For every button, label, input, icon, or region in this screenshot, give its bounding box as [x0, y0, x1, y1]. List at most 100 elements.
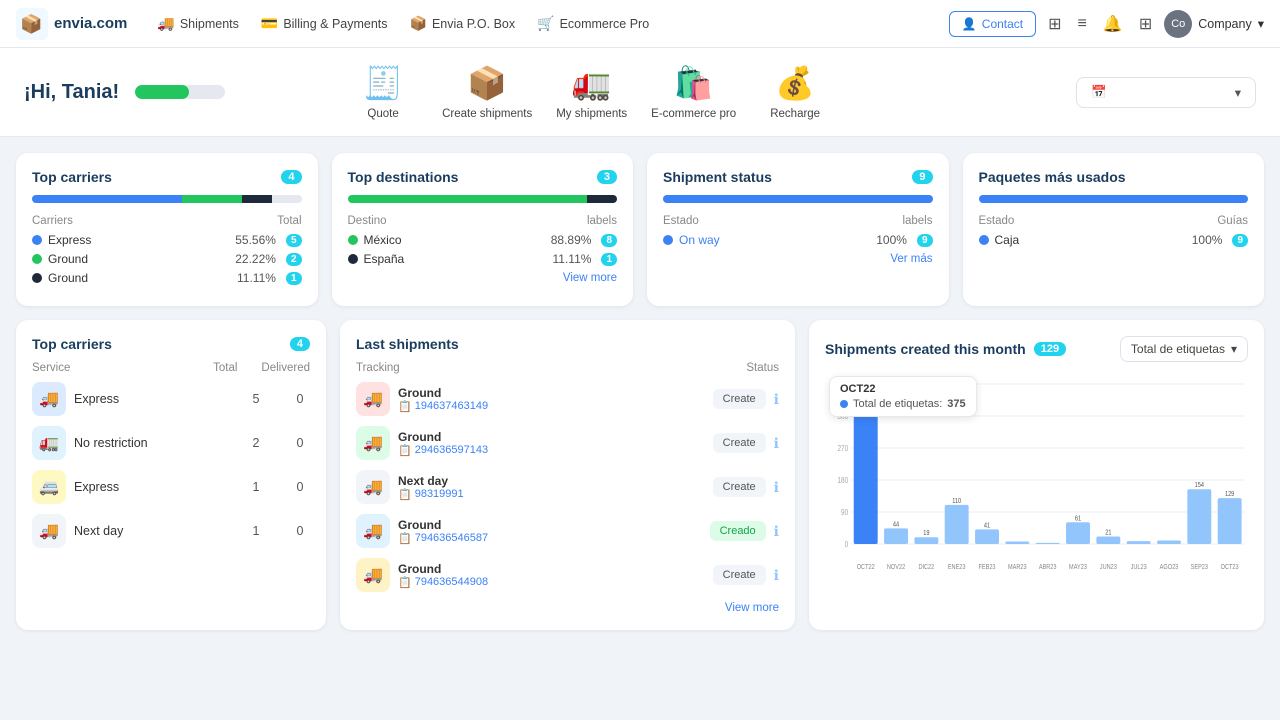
company-button[interactable]: Co Company ▾: [1164, 10, 1264, 38]
calculator-button[interactable]: ⊞: [1044, 10, 1065, 38]
notification-button[interactable]: 🔔: [1099, 10, 1127, 38]
list-item: On way 100% 9: [663, 233, 933, 247]
pobox-icon: 📦: [410, 15, 427, 32]
ver-mas-link[interactable]: Ver más: [663, 253, 933, 265]
action-recharge[interactable]: 💰 Recharge: [760, 64, 830, 120]
dot-green: [32, 254, 42, 264]
dot-blue: [32, 235, 42, 245]
bar-chart-svg: 450360270180900375OCT2244NOV2219DIC22110…: [825, 374, 1248, 574]
top-destinations-card: Top destinations 3 Destino labels México…: [332, 153, 634, 306]
logo-icon: 📦: [16, 8, 48, 40]
greeting: ¡Hi, Tania!: [24, 81, 119, 104]
logo-text: envia.com: [54, 15, 127, 32]
list-item: 🚚 Ground 📋 794636546587 Creado ℹ: [356, 514, 779, 548]
top-carriers-card-1: Top carriers 4 Carriers Total Express 55…: [16, 153, 318, 306]
svg-text:DIC22: DIC22: [918, 563, 934, 571]
progress-bar-container: [135, 85, 225, 99]
svg-text:21: 21: [1105, 529, 1112, 537]
date-picker-chevron: ▾: [1235, 85, 1241, 100]
action-ecommerce-pro[interactable]: 🛍️ E-commerce pro: [651, 64, 736, 120]
date-picker[interactable]: 📅 ▾: [1076, 77, 1256, 108]
create-button-5[interactable]: Create: [713, 565, 766, 585]
action-create-shipments[interactable]: 📦 Create shipments: [442, 64, 532, 120]
ground-icon-1: 🚚: [356, 382, 390, 416]
table-button[interactable]: ≡: [1074, 11, 1091, 37]
view-more-shipments-link[interactable]: View more: [356, 602, 779, 614]
paquetes-bar: [979, 195, 1249, 203]
svg-text:JUN23: JUN23: [1100, 563, 1117, 571]
action-my-shipments[interactable]: 🚛 My shipments: [556, 64, 627, 120]
nextday-icon-1: 🚚: [356, 470, 390, 504]
info-icon-3[interactable]: ℹ: [774, 479, 779, 496]
top-carriers-bar-1: [32, 195, 302, 203]
info-icon-2[interactable]: ℹ: [774, 435, 779, 452]
create-button-1[interactable]: Create: [713, 389, 766, 409]
bottom-row: Top carriers 4 Service Total Delivered 🚚…: [16, 320, 1264, 630]
company-avatar: Co: [1164, 10, 1192, 38]
last-shipments-header: Last shipments: [356, 336, 779, 352]
grid-button[interactable]: ⊞: [1135, 10, 1156, 38]
svg-text:ABR23: ABR23: [1039, 563, 1057, 571]
calendar-icon: 📅: [1091, 85, 1107, 100]
top-carriers-header-2: Top carriers 4: [32, 336, 310, 352]
logo[interactable]: 📦 envia.com: [16, 8, 127, 40]
svg-text:SEP23: SEP23: [1191, 563, 1209, 571]
chart-card: Shipments created this month 129 Total d…: [809, 320, 1264, 630]
top-destinations-header: Top destinations 3: [348, 169, 618, 185]
list-item: 🚛 No restriction 2 0: [32, 426, 310, 460]
info-icon-4[interactable]: ℹ: [774, 523, 779, 540]
view-more-link[interactable]: View more: [348, 272, 618, 284]
action-quote[interactable]: 🧾 Quote: [348, 64, 418, 120]
list-item: 🚐 Express 1 0: [32, 470, 310, 504]
svg-text:0: 0: [845, 539, 849, 549]
create-button-2[interactable]: Create: [713, 433, 766, 453]
list-item: 🚚 Express 5 0: [32, 382, 310, 416]
svg-text:19: 19: [923, 530, 930, 538]
svg-text:JUL23: JUL23: [1131, 563, 1148, 571]
info-icon-5[interactable]: ℹ: [774, 567, 779, 584]
nav-shipments[interactable]: 🚚 Shipments: [147, 9, 249, 38]
next-day-icon: 🚚: [32, 514, 66, 548]
svg-text:375: 375: [861, 403, 871, 411]
nav-ecommerce[interactable]: 🛒 Ecommerce Pro: [527, 9, 659, 38]
chart-area: OCT22 Total de etiquetas: 375 4503602701…: [825, 374, 1248, 574]
ecommerce-pro-icon: 🛍️: [674, 64, 714, 102]
shipments-icon: 🚚: [157, 15, 174, 32]
svg-text:154: 154: [1195, 482, 1205, 490]
list-item: 🚚 Ground 📋 794636544908 Create ℹ: [356, 558, 779, 592]
express-icon-2: 🚐: [32, 470, 66, 504]
list-item: México 88.89% 8: [348, 233, 618, 247]
creado-button-4[interactable]: Creado: [710, 521, 766, 541]
list-item: Ground 22.22% 2: [32, 252, 302, 266]
progress-bar-fill: [135, 85, 189, 99]
list-item: Caja 100% 9: [979, 233, 1249, 247]
svg-text:44: 44: [893, 521, 900, 529]
top-carriers-header-1: Top carriers 4: [32, 169, 302, 185]
billing-icon: 💳: [261, 15, 278, 32]
svg-text:AGO23: AGO23: [1160, 563, 1179, 571]
last-shipments-table-header: Tracking Status: [356, 362, 779, 374]
navbar-right: 👤 Contact ⊞ ≡ 🔔 ⊞ Co Company ▾: [949, 10, 1264, 38]
contact-button[interactable]: 👤 Contact: [949, 11, 1036, 37]
main-content: Top carriers 4 Carriers Total Express 55…: [0, 137, 1280, 646]
shipment-status-badge: 9: [912, 170, 932, 184]
svg-text:450: 450: [838, 379, 849, 389]
svg-text:MAY23: MAY23: [1069, 563, 1087, 571]
ground-icon-4: 🚚: [356, 558, 390, 592]
svg-text:MAR23: MAR23: [1008, 563, 1027, 571]
info-icon-1[interactable]: ℹ: [774, 391, 779, 408]
svg-text:180: 180: [838, 475, 849, 485]
top-carriers-card-2: Top carriers 4 Service Total Delivered 🚚…: [16, 320, 326, 630]
my-shipments-icon: 🚛: [572, 64, 612, 102]
chart-select[interactable]: Total de etiquetas ▾: [1120, 336, 1248, 362]
list-item: 🚚 Ground 📋 294636597143 Create ℹ: [356, 426, 779, 460]
paquetes-header: Paquetes más usados: [979, 169, 1249, 185]
svg-text:📦: 📦: [20, 13, 42, 34]
create-shipments-icon: 📦: [467, 64, 507, 102]
create-button-3[interactable]: Create: [713, 477, 766, 497]
top-destinations-bar: [348, 195, 618, 203]
svg-text:270: 270: [838, 443, 849, 453]
nav-billing[interactable]: 💳 Billing & Payments: [251, 9, 398, 38]
svg-text:90: 90: [841, 507, 848, 517]
nav-pobox[interactable]: 📦 Envia P.O. Box: [400, 9, 526, 38]
